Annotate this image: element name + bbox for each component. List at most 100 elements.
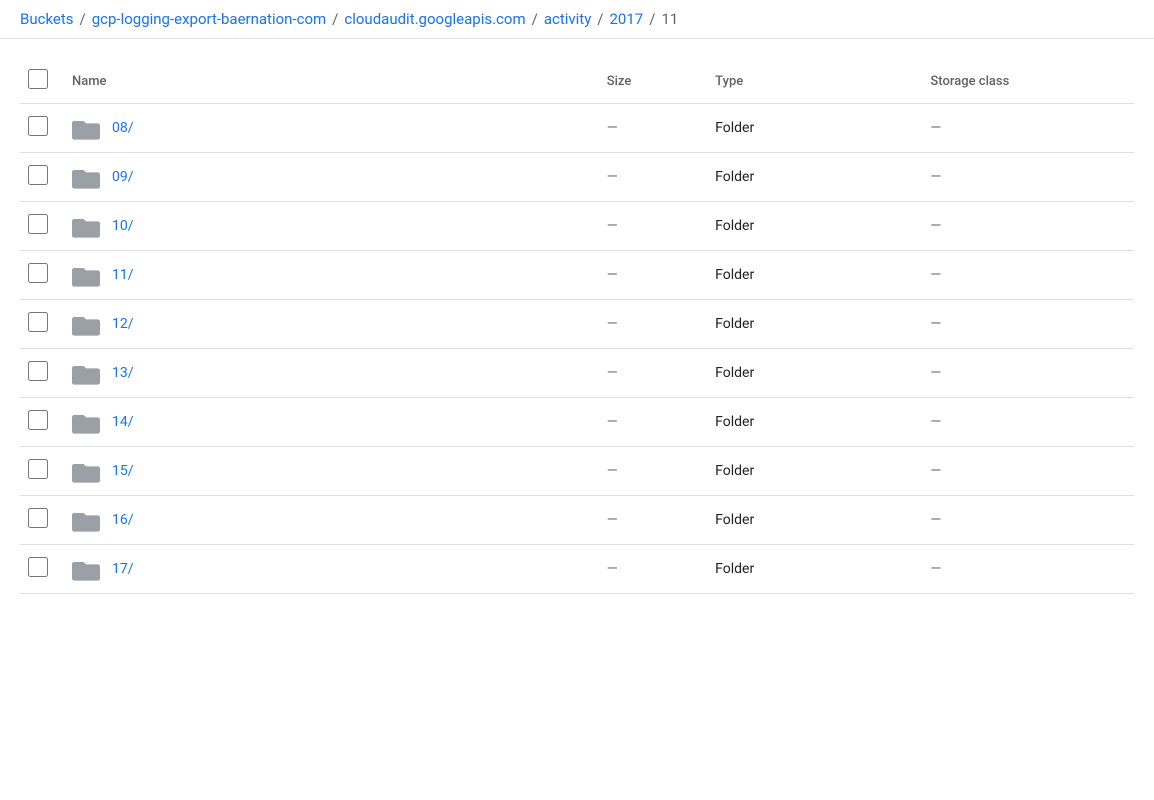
row-storage-cell-8: — (918, 496, 1134, 545)
breadcrumb: Buckets / gcp-logging-export-baernation-… (0, 0, 1154, 39)
row-storage-cell-0: — (918, 104, 1134, 153)
row-name-cell-2: 10/ (60, 202, 595, 251)
row-size-cell-8: — (595, 496, 703, 545)
row-storage-cell-3: — (918, 251, 1134, 300)
col-header-type: Type (703, 59, 918, 104)
row-name-cell-0: 08/ (60, 104, 595, 153)
table-row: 16/ —Folder— (20, 496, 1134, 545)
row-size-cell-9: — (595, 545, 703, 594)
table-row: 15/—Folder— (20, 447, 1134, 496)
table-header-row: Name Size Type Storage class (20, 59, 1134, 104)
table-row: 14/ —Folder— (20, 398, 1134, 447)
col-header-size: Size (595, 59, 703, 104)
row-checkbox-9[interactable] (28, 557, 48, 577)
row-storage-cell-4: — (918, 300, 1134, 349)
folder-link-0[interactable]: 08/ (112, 120, 134, 136)
file-table: Name Size Type Storage class 08/—Folder—… (20, 59, 1134, 594)
row-type-cell-2: Folder (703, 202, 918, 251)
file-table-container: Name Size Type Storage class 08/—Folder—… (0, 39, 1154, 594)
row-check-col-5 (20, 349, 60, 398)
row-name-cell-7: 15/ (60, 447, 595, 496)
row-size-cell-7: — (595, 447, 703, 496)
folder-link-6[interactable]: 14/ (112, 414, 134, 430)
folder-icon (72, 508, 100, 532)
breadcrumb-bucket-name[interactable]: gcp-logging-export-baernation-com (92, 10, 326, 28)
folder-link-9[interactable]: 17/ (112, 561, 134, 577)
row-name-cell-5: 13/ (60, 349, 595, 398)
table-row: 13/—Folder— (20, 349, 1134, 398)
breadcrumb-activity[interactable]: activity (544, 10, 591, 28)
folder-link-2[interactable]: 10/ (112, 218, 134, 234)
row-type-cell-0: Folder (703, 104, 918, 153)
breadcrumb-buckets[interactable]: Buckets (20, 10, 74, 28)
row-checkbox-7[interactable] (28, 459, 48, 479)
row-storage-cell-2: — (918, 202, 1134, 251)
row-checkbox-3[interactable] (28, 263, 48, 283)
row-name-cell-9: 17/ (60, 545, 595, 594)
breadcrumb-sep-2: / (332, 10, 338, 28)
folder-link-3[interactable]: 11/ (112, 267, 134, 283)
row-size-cell-6: — (595, 398, 703, 447)
row-type-cell-7: Folder (703, 447, 918, 496)
row-check-col-7 (20, 447, 60, 496)
row-checkbox-1[interactable] (28, 165, 48, 185)
row-storage-cell-5: — (918, 349, 1134, 398)
breadcrumb-current: 11 (661, 10, 678, 28)
table-row: 08/—Folder— (20, 104, 1134, 153)
table-row: 17/ —Folder— (20, 545, 1134, 594)
col-header-storage: Storage class (918, 59, 1134, 104)
row-check-col-8 (20, 496, 60, 545)
row-type-cell-8: Folder (703, 496, 918, 545)
breadcrumb-sep-1: / (80, 10, 86, 28)
table-row: 09/ —Folder— (20, 153, 1134, 202)
row-check-col-0 (20, 104, 60, 153)
row-type-cell-6: Folder (703, 398, 918, 447)
row-type-cell-1: Folder (703, 153, 918, 202)
row-name-cell-1: 09/ (60, 153, 595, 202)
breadcrumb-2017[interactable]: 2017 (610, 10, 644, 28)
row-checkbox-4[interactable] (28, 312, 48, 332)
select-all-col (20, 59, 60, 104)
table-body: 08/—Folder—09/—Folder—10/—Folder—11/—Fol… (20, 104, 1134, 594)
breadcrumb-sep-3: / (532, 10, 538, 28)
row-check-col-2 (20, 202, 60, 251)
row-storage-cell-1: — (918, 153, 1134, 202)
row-type-cell-4: Folder (703, 300, 918, 349)
row-size-cell-2: — (595, 202, 703, 251)
row-checkbox-2[interactable] (28, 214, 48, 234)
row-size-cell-1: — (595, 153, 703, 202)
row-check-col-3 (20, 251, 60, 300)
folder-icon (72, 557, 100, 581)
row-type-cell-9: Folder (703, 545, 918, 594)
row-size-cell-3: — (595, 251, 703, 300)
row-check-col-4 (20, 300, 60, 349)
row-check-col-9 (20, 545, 60, 594)
folder-link-1[interactable]: 09/ (112, 169, 134, 185)
row-checkbox-8[interactable] (28, 508, 48, 528)
row-checkbox-6[interactable] (28, 410, 48, 430)
folder-link-7[interactable]: 15/ (112, 463, 134, 479)
folder-link-5[interactable]: 13/ (112, 365, 134, 381)
row-storage-cell-9: — (918, 545, 1134, 594)
folder-icon (72, 165, 100, 189)
folder-link-8[interactable]: 16/ (112, 512, 134, 528)
row-checkbox-0[interactable] (28, 116, 48, 136)
folder-icon (72, 312, 100, 336)
folder-icon (72, 459, 100, 483)
row-size-cell-5: — (595, 349, 703, 398)
row-storage-cell-6: — (918, 398, 1134, 447)
folder-icon (72, 116, 100, 140)
row-name-cell-4: 12/ (60, 300, 595, 349)
row-name-cell-3: 11/ (60, 251, 595, 300)
row-type-cell-3: Folder (703, 251, 918, 300)
breadcrumb-cloudaudit[interactable]: cloudaudit.googleapis.com (344, 10, 525, 28)
select-all-checkbox[interactable] (28, 69, 48, 89)
row-size-cell-4: — (595, 300, 703, 349)
folder-icon (72, 410, 100, 434)
row-check-col-6 (20, 398, 60, 447)
folder-link-4[interactable]: 12/ (112, 316, 134, 332)
row-checkbox-5[interactable] (28, 361, 48, 381)
folder-icon (72, 263, 100, 287)
breadcrumb-sep-4: / (597, 10, 603, 28)
row-name-cell-6: 14/ (60, 398, 595, 447)
